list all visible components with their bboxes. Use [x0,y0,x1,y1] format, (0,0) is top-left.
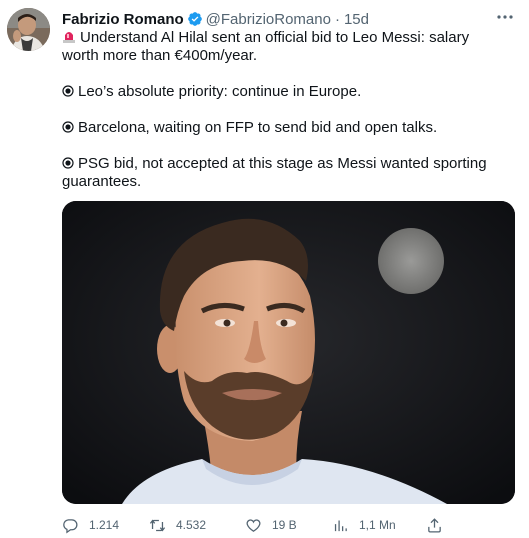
tweet-paragraph: Barcelona, waiting on FFP to send bid an… [62,119,502,137]
retweet-button[interactable]: 4.532 [149,515,206,535]
tweet-paragraph-text: Understand Al Hilal sent an official bid… [62,29,470,64]
verified-badge-icon [187,11,203,27]
tweet-paragraph-text: Barcelona, waiting on FFP to send bid an… [78,119,438,136]
tweet-photo[interactable] [62,201,515,504]
retweet-count: 4.532 [176,518,207,532]
author-name[interactable]: Fabrizio Romano [62,11,184,28]
tweet-action-bar: 1.214 4.532 19 B 1,1 Mn [62,515,462,535]
like-button[interactable]: 19 B [245,515,297,535]
share-button[interactable] [426,515,443,535]
tweet-header: Fabrizio Romano @FabrizioRomano · 15d [62,9,369,29]
views-count: 1,1 Mn [359,518,396,532]
radio-bullet-icon [62,120,74,133]
share-icon [428,517,441,533]
more-options-icon[interactable] [495,8,515,26]
radio-bullet-icon [62,84,74,97]
tweet-card[interactable]: Fabrizio Romano @FabrizioRomano · 15d Un… [0,0,529,538]
reply-count: 1.214 [89,518,120,532]
siren-emoji-icon [62,29,76,43]
tweet-timestamp[interactable]: 15d [344,11,369,28]
tweet-paragraph: Leo’s absolute priority: continue in Eur… [62,83,502,101]
tweet-paragraph-text: PSG bid, not accepted at this stage as M… [62,155,487,190]
tweet-text: Understand Al Hilal sent an official bid… [62,29,502,191]
reply-icon [63,518,78,533]
tweet-paragraph: Understand Al Hilal sent an official bid… [62,29,502,65]
retweet-icon [149,518,166,532]
views-button[interactable]: 1,1 Mn [332,515,396,535]
radio-bullet-icon [62,156,74,169]
reply-button[interactable]: 1.214 [62,515,119,535]
author-handle[interactable]: @FabrizioRomano [206,11,331,28]
author-avatar[interactable] [7,8,50,51]
tweet-paragraph-text: Leo’s absolute priority: continue in Eur… [78,83,362,100]
like-count: 19 B [272,518,297,532]
player-portrait-image [62,201,515,504]
tweet-paragraph: PSG bid, not accepted at this stage as M… [62,155,502,191]
heart-icon [246,518,261,532]
header-separator: · [334,10,340,28]
views-chart-icon [334,520,347,531]
